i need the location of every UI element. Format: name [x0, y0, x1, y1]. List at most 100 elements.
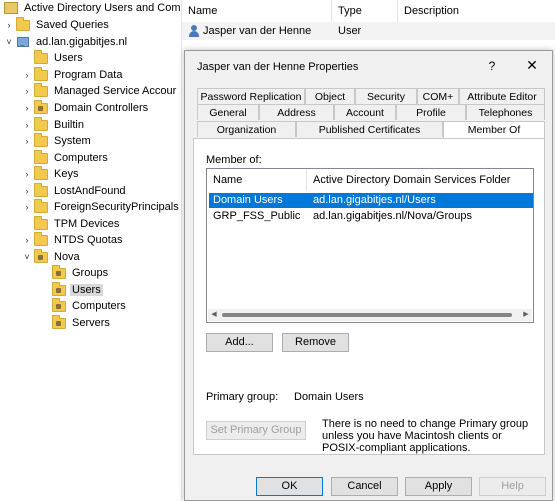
folder-icon [34, 165, 48, 180]
tree-item-computers[interactable]: Computers [22, 149, 110, 166]
ou-folder-icon [34, 99, 48, 114]
tree-item-label: Users [54, 52, 83, 64]
chevron-right-icon[interactable]: › [22, 70, 32, 80]
ok-button[interactable]: OK [256, 477, 323, 496]
tab-address[interactable]: Address [259, 104, 334, 120]
chevron-right-icon[interactable]: › [22, 169, 32, 179]
tab-object[interactable]: Object [305, 88, 355, 104]
scrollbar-thumb[interactable] [222, 313, 512, 317]
tree-item-keys[interactable]: › Keys [22, 165, 80, 182]
folder-icon [34, 231, 48, 246]
tree-item-users[interactable]: Users [22, 49, 85, 66]
chevron-right-icon[interactable]: › [22, 136, 32, 146]
navigation-tree: Active Directory Users and Com › Saved Q… [0, 0, 180, 501]
folder-icon [34, 198, 48, 213]
tree-item-label: Nova [54, 251, 80, 263]
column-header-description[interactable]: Description [398, 0, 555, 22]
folder-icon [34, 116, 48, 131]
tree-item-saved-queries[interactable]: › Saved Queries [4, 16, 111, 33]
tab-password-replication[interactable]: Password Replication [197, 88, 305, 104]
tab-general[interactable]: General [197, 104, 259, 120]
tree-item-system[interactable]: › System [22, 132, 93, 149]
tree-item-label: Builtin [54, 119, 84, 131]
ou-folder-icon [34, 248, 48, 263]
tab-security[interactable]: Security [355, 88, 417, 104]
tree-item-label: Keys [54, 168, 79, 180]
member-name: Domain Users [213, 194, 283, 206]
tree-item-nova-servers[interactable]: Servers [40, 314, 112, 331]
tab-profile[interactable]: Profile [396, 104, 466, 120]
chevron-down-icon[interactable]: ˅ [4, 37, 14, 47]
tree-item-label: Servers [72, 317, 110, 329]
tab-published-certificates[interactable]: Published Certificates [296, 121, 443, 137]
tree-root[interactable]: Active Directory Users and Com [2, 0, 180, 16]
tab-com-plus[interactable]: COM+ [417, 88, 459, 104]
tree-item-label: Groups [72, 267, 109, 279]
tab-attribute-editor[interactable]: Attribute Editor [459, 88, 545, 104]
add-button[interactable]: Add... [206, 333, 273, 352]
tree-item-program-data[interactable]: › Program Data [22, 66, 124, 83]
folder-icon [34, 82, 48, 97]
chevron-right-icon[interactable]: › [22, 235, 32, 245]
help-icon[interactable]: ? [485, 59, 499, 73]
help-button[interactable]: Help [479, 477, 546, 496]
list-row[interactable]: Jasper van der Henne User [182, 22, 555, 40]
member-of-panel: Member of: Name Active Directory Domain … [193, 138, 545, 455]
tree-item-label: ad.lan.gigabitjes.nl [36, 36, 128, 48]
ou-folder-icon [52, 281, 66, 296]
chevron-right-icon[interactable]: › [22, 120, 32, 130]
tab-organization[interactable]: Organization [197, 121, 296, 137]
tab-account[interactable]: Account [334, 104, 396, 120]
tree-item-label: Users [70, 284, 103, 296]
column-header-folder[interactable]: Active Directory Domain Services Folder [307, 169, 533, 191]
primary-group-note: There is no need to change Primary group… [322, 418, 529, 454]
list-cell-name: Jasper van der Henne [188, 25, 311, 38]
chevron-right-icon[interactable]: › [4, 20, 14, 30]
tree-item-domain[interactable]: ˅ ad.lan.gigabitjes.nl [4, 34, 129, 50]
tree-item-nova-computers[interactable]: Computers [40, 297, 128, 314]
folder-icon [34, 215, 48, 230]
tree-item-tpm-devices[interactable]: TPM Devices [22, 215, 121, 232]
column-header-name[interactable]: Name [182, 0, 332, 22]
cancel-button[interactable]: Cancel [331, 477, 398, 496]
primary-group-label: Primary group: [206, 391, 279, 403]
scroll-left-icon[interactable]: ◀ [208, 309, 220, 321]
tree-item-ntds-quotas[interactable]: › NTDS Quotas [22, 231, 124, 248]
tab-telephones[interactable]: Telephones [466, 104, 545, 120]
chevron-down-icon[interactable]: ˅ [22, 252, 32, 262]
set-primary-group-button[interactable]: Set Primary Group [206, 421, 306, 440]
column-header-name[interactable]: Name [207, 169, 307, 191]
tree-item-label: NTDS Quotas [54, 234, 123, 246]
tree-item-label: Computers [72, 300, 126, 312]
folder-icon [34, 149, 48, 164]
chevron-right-icon[interactable]: › [22, 202, 32, 212]
tree-item-foreign-security-principals[interactable]: › ForeignSecurityPrincipals [22, 198, 180, 215]
domain-icon [16, 36, 30, 48]
chevron-right-icon[interactable]: › [22, 103, 32, 113]
chevron-right-icon[interactable]: › [22, 86, 32, 96]
member-of-label: Member of: [206, 154, 262, 166]
tree-item-label: TPM Devices [54, 218, 120, 230]
column-header-type[interactable]: Type [332, 0, 398, 22]
tab-member-of[interactable]: Member Of [443, 121, 545, 138]
remove-button[interactable]: Remove [282, 333, 349, 352]
member-of-table[interactable]: Name Active Directory Domain Services Fo… [206, 168, 534, 323]
chevron-right-icon[interactable]: › [22, 186, 32, 196]
tree-item-managed-service-accounts[interactable]: › Managed Service Accour [22, 82, 178, 99]
user-icon [188, 25, 200, 38]
apply-button[interactable]: Apply [405, 477, 472, 496]
tree-item-builtin[interactable]: › Builtin [22, 116, 86, 133]
horizontal-scrollbar[interactable]: ◀ ▶ [208, 309, 532, 321]
tree-item-label: Managed Service Accour [54, 85, 177, 97]
tree-item-nova[interactable]: ˅ Nova [22, 248, 82, 265]
table-row-selected[interactable]: Domain Users ad.lan.gigabitjes.nl/Users [209, 193, 533, 208]
tree-item-domain-controllers[interactable]: › Domain Controllers [22, 99, 150, 116]
table-row[interactable]: GRP_FSS_Public ad.lan.gigabitjes.nl/Nova… [209, 209, 533, 224]
close-icon[interactable]: ✕ [523, 57, 541, 74]
tree-item-nova-groups[interactable]: Groups [40, 264, 110, 281]
tree-item-lostandfound[interactable]: › LostAndFound [22, 182, 128, 199]
ou-folder-icon [52, 264, 66, 279]
ou-folder-icon [52, 314, 66, 329]
scroll-right-icon[interactable]: ▶ [520, 309, 532, 321]
tree-item-nova-users[interactable]: Users [40, 281, 103, 298]
